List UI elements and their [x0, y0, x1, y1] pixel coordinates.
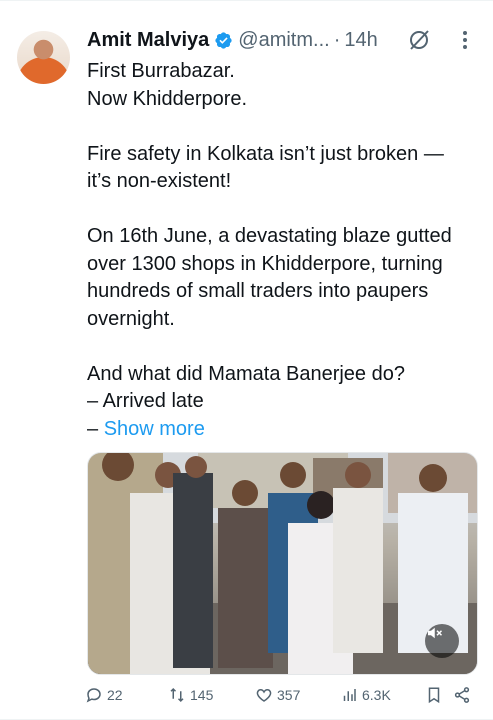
author-handle[interactable]: @amitm...: [238, 29, 329, 52]
repost-count: 145: [190, 687, 214, 703]
tweet-header: Amit Malviya @amitm... · 14h: [87, 26, 378, 54]
tweet-line: First Burrabazar.: [87, 60, 235, 82]
reply-button[interactable]: 22: [85, 683, 123, 707]
top-divider: [0, 0, 493, 1]
dash-prefix: –: [87, 417, 104, 440]
tweet-line: Now Khidderpore.: [87, 87, 248, 110]
verified-badge-icon: [215, 31, 232, 49]
tweet-line: over 1300 shops in Khidderpore, turning: [87, 252, 443, 275]
tweet-line: – Arrived late: [87, 390, 204, 412]
tweet-time[interactable]: 14h: [344, 29, 377, 52]
share-button[interactable]: [453, 683, 475, 707]
more-options-icon[interactable]: [455, 29, 475, 51]
tweet-actions: 22 145 357 6.3K: [0, 683, 493, 707]
like-count: 357: [277, 687, 301, 703]
tweet-line: hundreds of small traders into paupers: [87, 280, 429, 302]
tweet-line: Fire safety in Kolkata isn’t just broken…: [87, 142, 444, 165]
grok-icon[interactable]: [407, 28, 431, 52]
tweet-line: it’s non-existent!: [87, 170, 232, 192]
like-button[interactable]: 357: [255, 683, 300, 707]
video-frame-illustration: [88, 453, 477, 674]
heart-icon: [256, 688, 272, 702]
tweet-line: On 16th June, a devastating blaze gutted: [87, 225, 452, 247]
reply-count: 22: [107, 687, 123, 703]
tweet-text: First Burrabazar. Now Khidderpore. Fire …: [87, 58, 479, 443]
reply-icon: [86, 688, 101, 703]
views-chart-icon: [343, 689, 356, 701]
tweet-line: And what did Mamata Banerjee do?: [87, 362, 405, 385]
tweet-video[interactable]: [87, 452, 478, 675]
mute-toggle-button[interactable]: [425, 624, 459, 658]
view-count: 6.3K: [362, 687, 391, 703]
views-button[interactable]: 6.3K: [340, 683, 391, 707]
separator-dot: ·: [333, 28, 341, 51]
bookmark-icon: [428, 687, 440, 704]
speaker-muted-icon: [428, 627, 443, 639]
author-name[interactable]: Amit Malviya: [87, 29, 209, 52]
show-more-link[interactable]: Show more: [104, 418, 205, 440]
author-avatar[interactable]: [17, 31, 70, 84]
repost-icon: [170, 687, 184, 703]
bookmark-button[interactable]: [425, 683, 447, 707]
tweet-line-last: – Show more: [87, 416, 479, 444]
share-icon: [454, 687, 470, 703]
tweet-line: overnight.: [87, 307, 175, 330]
repost-button[interactable]: 145: [168, 683, 213, 707]
